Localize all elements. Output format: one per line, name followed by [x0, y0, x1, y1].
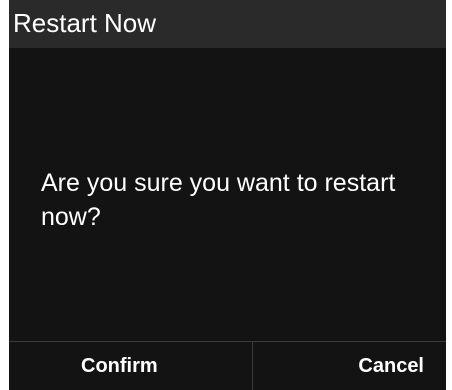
- dialog-body: Are you sure you want to restart now?: [9, 48, 446, 341]
- confirm-button[interactable]: Confirm: [9, 342, 253, 390]
- restart-dialog: Restart Now Are you sure you want to res…: [9, 0, 446, 390]
- dialog-message: Are you sure you want to restart now?: [41, 169, 396, 231]
- dialog-header: Restart Now: [9, 0, 446, 48]
- dialog-title: Restart Now: [13, 8, 157, 38]
- cancel-button[interactable]: Cancel: [253, 342, 446, 390]
- dialog-footer: Confirm Cancel: [9, 341, 446, 390]
